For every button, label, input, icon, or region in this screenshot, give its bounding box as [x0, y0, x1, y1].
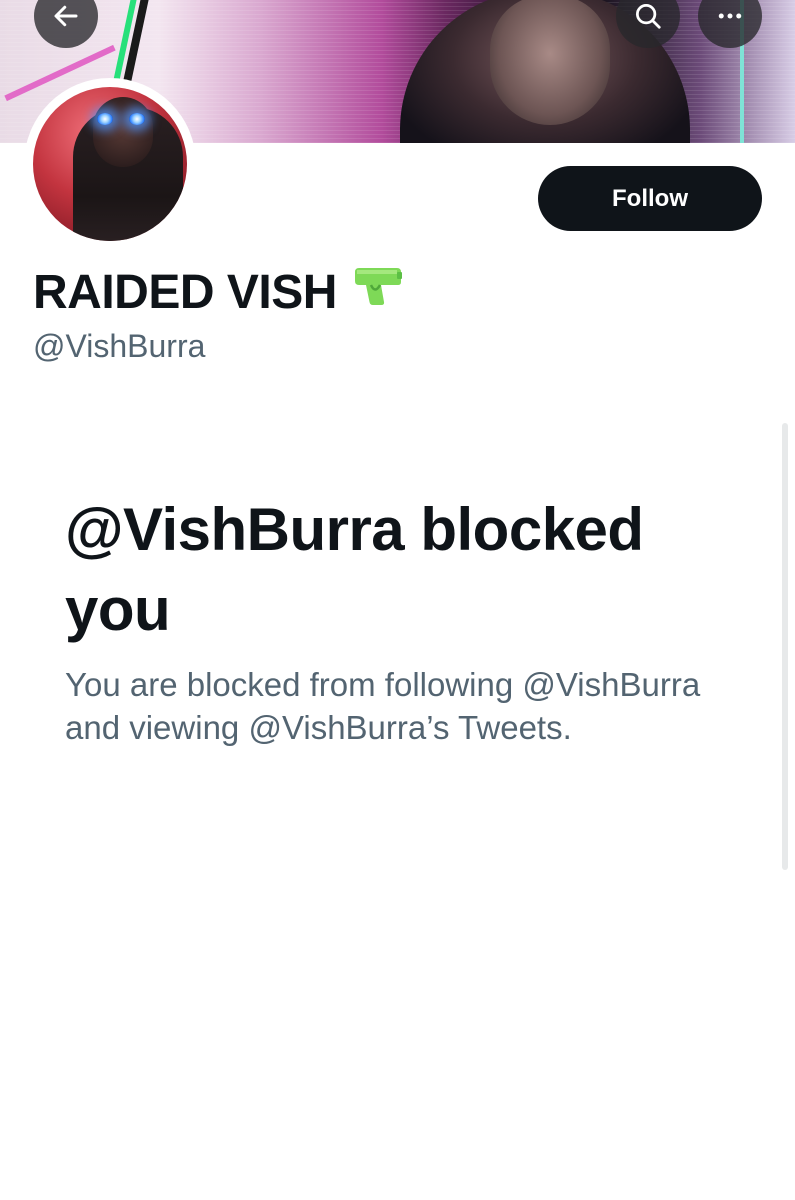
- more-horizontal-icon: [715, 1, 745, 31]
- water-pistol-emoji: [351, 264, 403, 320]
- scrollbar[interactable]: [782, 423, 788, 870]
- avatar-head: [93, 97, 153, 167]
- blocked-title: @VishBurra blocked you: [65, 496, 644, 643]
- display-name: RAIDED VISH: [33, 262, 403, 322]
- avatar[interactable]: [33, 87, 187, 241]
- banner-face: [490, 0, 610, 125]
- follow-button[interactable]: Follow: [538, 166, 762, 231]
- profile-handle: @VishBurra: [33, 328, 206, 364]
- blocked-description: You are blocked from following @VishBurr…: [65, 666, 701, 746]
- avatar-glowing-eye-left: [97, 113, 113, 125]
- avatar-glowing-eye-right: [129, 113, 145, 125]
- search-icon: [633, 1, 663, 31]
- display-name-text: RAIDED VISH: [33, 265, 337, 319]
- arrow-left-icon: [51, 1, 81, 31]
